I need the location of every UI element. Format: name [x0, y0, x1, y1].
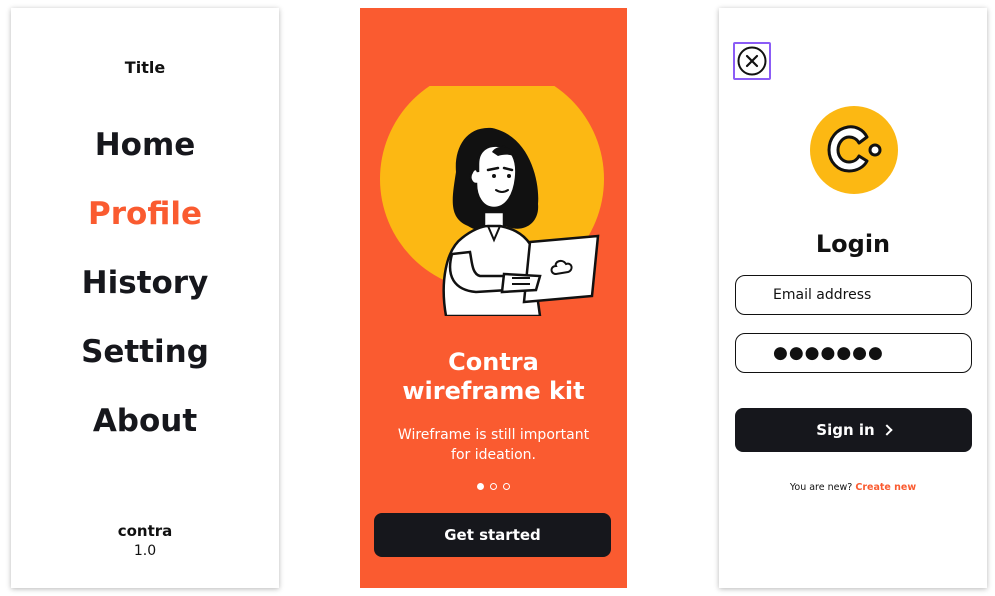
onboarding-title: Contra wireframe kit [360, 348, 627, 406]
menu-item-history[interactable]: History [11, 264, 279, 333]
get-started-button[interactable]: Get started [374, 513, 611, 557]
onboarding-subtitle-line1: Wireframe is still important [397, 427, 590, 443]
menu-list: Home Profile History Setting About [11, 126, 279, 471]
login-title: Login [815, 230, 891, 258]
menu-title: Title [124, 58, 166, 77]
create-new-link[interactable]: Create new [855, 482, 916, 493]
menu-item-profile[interactable]: Profile [11, 195, 279, 264]
chevron-right-icon [881, 424, 893, 436]
new-user-text: You are new? [789, 482, 853, 493]
close-button[interactable] [733, 42, 771, 80]
contra-logo-icon [810, 106, 898, 194]
email-placeholder: Email address [773, 287, 872, 303]
email-field[interactable]: Email address [735, 275, 972, 315]
onboarding-title-line1: Contra [448, 348, 539, 376]
onboarding-screen: Contra wireframe kit Wireframe is still … [360, 8, 627, 588]
menu-item-about[interactable]: About [11, 402, 279, 471]
brand-name: contra [117, 522, 173, 540]
password-field[interactable]: ●●●●●●● [735, 333, 972, 373]
signup-prompt: You are new? Create new [719, 482, 987, 493]
sign-in-label: Sign in [816, 421, 875, 439]
menu-item-setting[interactable]: Setting [11, 333, 279, 402]
password-value: ●●●●●●● [773, 343, 884, 363]
app-version: 1.0 [133, 543, 157, 559]
onboarding-title-line2: wireframe kit [402, 377, 585, 405]
onboarding-subtitle-line2: for ideation. [451, 447, 536, 463]
onboarding-subtitle: Wireframe is still important for ideatio… [360, 425, 627, 465]
woman-with-laptop-illustration [380, 86, 604, 316]
sign-in-button[interactable]: Sign in [735, 408, 972, 452]
page-dot-3[interactable] [503, 483, 510, 490]
menu-screen: Title Home Profile History Setting About… [11, 8, 279, 588]
login-screen: Login Email address ●●●●●●● Sign in You … [719, 8, 987, 588]
close-icon [737, 46, 767, 76]
menu-item-home[interactable]: Home [11, 126, 279, 195]
page-dot-2[interactable] [490, 483, 497, 490]
page-indicator [360, 483, 627, 490]
page-dot-1[interactable] [477, 483, 484, 490]
